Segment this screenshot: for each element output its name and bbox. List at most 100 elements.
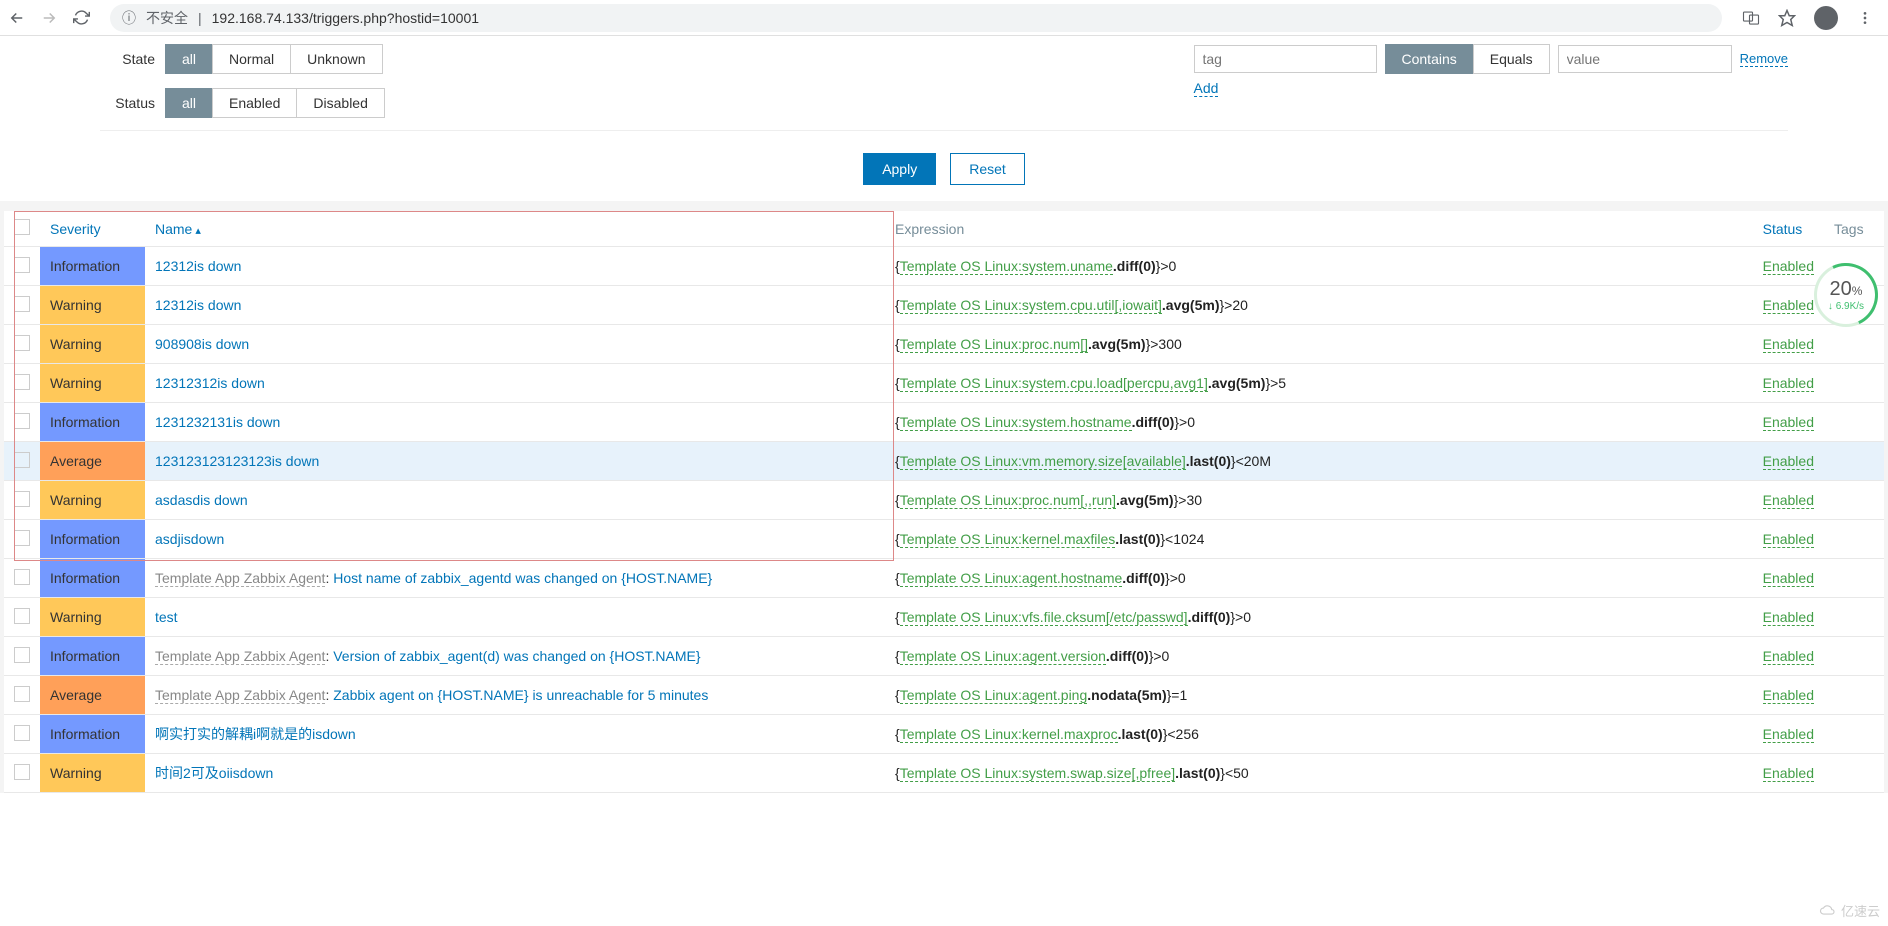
- status-link[interactable]: Enabled: [1763, 531, 1814, 548]
- trigger-name-link[interactable]: 12312is down: [155, 297, 241, 313]
- row-checkbox[interactable]: [14, 374, 30, 390]
- trigger-name-link[interactable]: 12312is down: [155, 258, 241, 274]
- trigger-name-link[interactable]: 123123123123123is down: [155, 453, 319, 469]
- value-input[interactable]: [1558, 45, 1732, 73]
- table-row: Warning12312312is down{Template OS Linux…: [4, 364, 1884, 403]
- expression-item-link[interactable]: Template OS Linux:agent.ping: [900, 687, 1088, 704]
- expression-item-link[interactable]: Template OS Linux:system.cpu.load[percpu…: [900, 375, 1208, 392]
- template-prefix[interactable]: Template App Zabbix Agent: [155, 648, 325, 665]
- status-link[interactable]: Enabled: [1763, 609, 1814, 626]
- status-link[interactable]: Enabled: [1763, 687, 1814, 704]
- expression-item-link[interactable]: Template OS Linux:agent.version: [900, 648, 1106, 665]
- row-checkbox[interactable]: [14, 530, 30, 546]
- translate-icon[interactable]: [1742, 9, 1760, 27]
- trigger-name-link[interactable]: 12312312is down: [155, 375, 265, 391]
- expression-item-link[interactable]: Template OS Linux:agent.hostname: [900, 570, 1123, 587]
- trigger-name-link[interactable]: 908908is down: [155, 336, 249, 352]
- status-all[interactable]: all: [165, 88, 213, 118]
- status-disabled[interactable]: Disabled: [296, 88, 384, 118]
- row-checkbox[interactable]: [14, 647, 30, 663]
- col-severity[interactable]: Severity: [40, 211, 145, 247]
- status-link[interactable]: Enabled: [1763, 375, 1814, 392]
- select-all-checkbox[interactable]: [14, 219, 30, 235]
- status-link[interactable]: Enabled: [1763, 453, 1814, 470]
- table-row: AverageTemplate App Zabbix Agent: Zabbix…: [4, 676, 1884, 715]
- status-link[interactable]: Enabled: [1763, 258, 1814, 275]
- row-checkbox[interactable]: [14, 686, 30, 702]
- table-row: Warningtest{Template OS Linux:vfs.file.c…: [4, 598, 1884, 637]
- severity-badge: Information: [40, 637, 145, 675]
- state-unknown[interactable]: Unknown: [290, 44, 382, 74]
- reset-button[interactable]: Reset: [950, 153, 1025, 185]
- mode-equals[interactable]: Equals: [1473, 44, 1550, 74]
- expression-item-link[interactable]: Template OS Linux:system.cpu.util[,iowai…: [900, 297, 1162, 314]
- state-normal[interactable]: Normal: [212, 44, 291, 74]
- col-name[interactable]: Name: [145, 211, 885, 247]
- row-checkbox[interactable]: [14, 569, 30, 585]
- expression-item-link[interactable]: Template OS Linux:vfs.file.cksum[/etc/pa…: [900, 609, 1188, 626]
- row-checkbox[interactable]: [14, 413, 30, 429]
- row-checkbox[interactable]: [14, 491, 30, 507]
- status-label: Status: [100, 95, 155, 111]
- apply-button[interactable]: Apply: [863, 153, 936, 185]
- state-all[interactable]: all: [165, 44, 213, 74]
- table-row: InformationTemplate App Zabbix Agent: Ho…: [4, 559, 1884, 598]
- row-checkbox[interactable]: [14, 608, 30, 624]
- severity-badge: Warning: [40, 325, 145, 363]
- row-checkbox[interactable]: [14, 452, 30, 468]
- expression-item-link[interactable]: Template OS Linux:kernel.maxfiles: [900, 531, 1116, 548]
- status-link[interactable]: Enabled: [1763, 297, 1814, 314]
- col-tags: Tags: [1824, 211, 1884, 247]
- severity-badge: Warning: [40, 481, 145, 519]
- trigger-name-link[interactable]: 1231232131is down: [155, 414, 280, 430]
- reload-icon[interactable]: [72, 9, 90, 27]
- status-link[interactable]: Enabled: [1763, 336, 1814, 353]
- trigger-name-link[interactable]: asdjisdown: [155, 531, 224, 547]
- severity-badge: Information: [40, 559, 145, 597]
- table-row: InformationTemplate App Zabbix Agent: Ve…: [4, 637, 1884, 676]
- address-bar[interactable]: ⓘ 不安全 | 192.168.74.133/triggers.php?host…: [110, 4, 1722, 32]
- forward-icon[interactable]: [40, 9, 58, 27]
- trigger-name-link[interactable]: 啊实打实的解耦i啊就是的isdown: [155, 726, 356, 742]
- tag-input[interactable]: [1194, 45, 1377, 73]
- profile-avatar[interactable]: [1814, 6, 1838, 30]
- expression-item-link[interactable]: Template OS Linux:proc.num[,,run]: [900, 492, 1116, 509]
- trigger-name-link[interactable]: 时间2可及oiisdown: [155, 765, 273, 781]
- back-icon[interactable]: [8, 9, 26, 27]
- status-link[interactable]: Enabled: [1763, 570, 1814, 587]
- trigger-name-link[interactable]: test: [155, 609, 178, 625]
- row-checkbox[interactable]: [14, 725, 30, 741]
- menu-icon[interactable]: [1856, 9, 1874, 27]
- info-icon: ⓘ: [122, 8, 136, 28]
- expression-item-link[interactable]: Template OS Linux:proc.num[]: [900, 336, 1088, 353]
- trigger-name-link[interactable]: Zabbix agent on {HOST.NAME} is unreachab…: [333, 687, 708, 703]
- status-link[interactable]: Enabled: [1763, 648, 1814, 665]
- template-prefix[interactable]: Template App Zabbix Agent: [155, 570, 325, 587]
- status-link[interactable]: Enabled: [1763, 414, 1814, 431]
- add-link[interactable]: Add: [1194, 80, 1219, 97]
- expression-item-link[interactable]: Template OS Linux:system.uname: [900, 258, 1113, 275]
- expression-item-link[interactable]: Template OS Linux:system.hostname: [900, 414, 1132, 431]
- remove-link[interactable]: Remove: [1740, 51, 1788, 67]
- trigger-name-link[interactable]: asdasdis down: [155, 492, 248, 508]
- expression-item-link[interactable]: Template OS Linux:kernel.maxproc: [900, 726, 1118, 743]
- template-prefix[interactable]: Template App Zabbix Agent: [155, 687, 325, 704]
- row-checkbox[interactable]: [14, 335, 30, 351]
- status-link[interactable]: Enabled: [1763, 726, 1814, 743]
- mode-contains[interactable]: Contains: [1385, 44, 1474, 74]
- row-checkbox[interactable]: [14, 296, 30, 312]
- trigger-name-link[interactable]: Version of zabbix_agent(d) was changed o…: [333, 648, 700, 664]
- status-enabled[interactable]: Enabled: [212, 88, 297, 118]
- trigger-table-wrap: Severity Name Expression Status Tags Inf…: [0, 201, 1888, 793]
- expression-item-link[interactable]: Template OS Linux:system.swap.size[,pfre…: [900, 765, 1175, 782]
- star-icon[interactable]: [1778, 9, 1796, 27]
- row-checkbox[interactable]: [14, 257, 30, 273]
- row-checkbox[interactable]: [14, 764, 30, 780]
- col-status[interactable]: Status: [1753, 211, 1824, 247]
- table-row: Information1231232131is down{Template OS…: [4, 403, 1884, 442]
- expression-item-link[interactable]: Template OS Linux:vm.memory.size[availab…: [900, 453, 1186, 470]
- status-link[interactable]: Enabled: [1763, 765, 1814, 782]
- status-link[interactable]: Enabled: [1763, 492, 1814, 509]
- severity-badge: Warning: [40, 286, 145, 324]
- trigger-name-link[interactable]: Host name of zabbix_agentd was changed o…: [333, 570, 712, 586]
